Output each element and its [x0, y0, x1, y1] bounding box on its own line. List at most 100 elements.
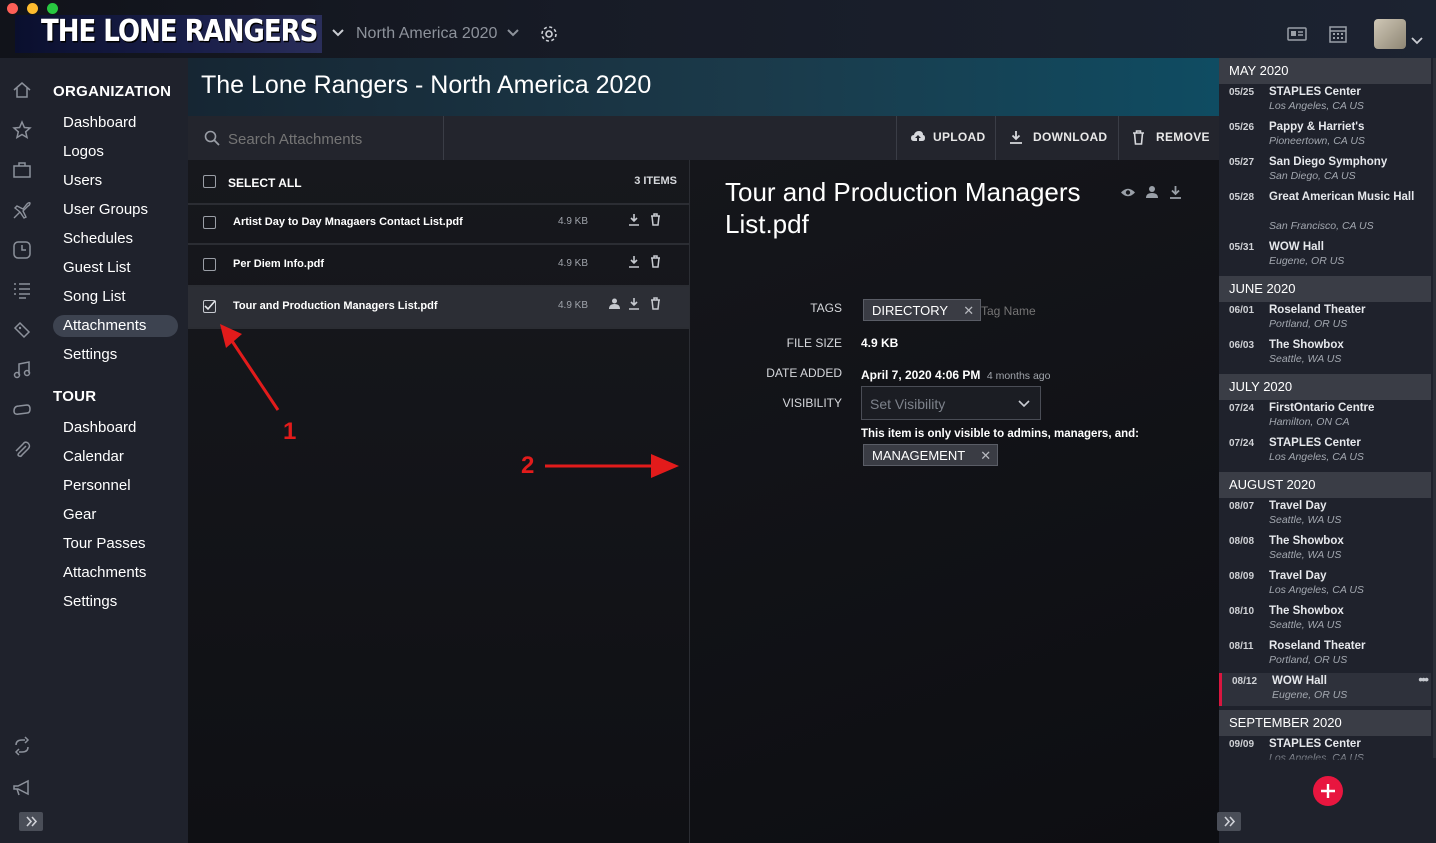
file-name[interactable]: Tour and Production Managers List.pdf	[233, 300, 438, 312]
nav-tour-dashboard[interactable]: Dashboard	[53, 417, 178, 439]
toolbar-divider	[443, 116, 444, 160]
nav-org-schedules[interactable]: Schedules	[53, 228, 178, 250]
file-name[interactable]: Artist Day to Day Mnagaers Contact List.…	[233, 216, 463, 228]
remove-button[interactable]: REMOVE	[1119, 116, 1219, 160]
nav-org-attachments[interactable]: Attachments	[53, 315, 178, 337]
sync-icon[interactable]	[0, 736, 43, 762]
file-row[interactable]: Artist Day to Day Mnagaers Contact List.…	[188, 203, 689, 245]
avatar-chevron-icon[interactable]	[1411, 32, 1423, 50]
paperclip-icon[interactable]	[0, 440, 43, 466]
list-icon[interactable]	[0, 280, 43, 306]
nav-org-logos[interactable]: Logos	[53, 141, 178, 163]
expand-schedule-button[interactable]	[1217, 812, 1241, 831]
window-close-button[interactable]	[7, 3, 18, 14]
sidebar-nav: ORGANIZATION Dashboard Logos Users User …	[43, 58, 188, 843]
schedule-event[interactable]: 08/11 Roseland Theater Portland, OR US	[1219, 638, 1431, 671]
gear-icon[interactable]	[539, 24, 559, 49]
expand-rail-button[interactable]	[19, 812, 43, 831]
attachment-detail: Tour and Production Managers List.pdf TA…	[690, 160, 1219, 843]
file-name[interactable]: Per Diem Info.pdf	[233, 258, 324, 270]
band-logo[interactable]: THE LONE RANGERS	[15, 15, 322, 53]
date-added-value: April 7, 2020 4:06 PM 4 months ago	[861, 366, 1050, 384]
home-icon[interactable]	[0, 80, 43, 106]
event-location: Portland, OR US	[1269, 318, 1348, 330]
close-icon[interactable]: ✕	[963, 300, 974, 322]
tour-selector-label: North America 2020	[356, 25, 498, 42]
id-card-icon[interactable]	[1287, 27, 1307, 46]
schedule-event[interactable]: 05/31 WOW Hall Eugene, OR US	[1219, 239, 1431, 272]
select-all-checkbox[interactable]	[203, 175, 216, 188]
close-icon[interactable]: ✕	[980, 445, 991, 467]
schedule-event[interactable]: 07/24 FirstOntario Centre Hamilton, ON CA	[1219, 400, 1431, 433]
event-location: Los Angeles, CA US	[1269, 451, 1364, 463]
schedule-event[interactable]: 08/10 The Showbox Seattle, WA US	[1219, 603, 1431, 636]
file-checkbox-checked[interactable]	[203, 300, 216, 313]
guitar-case-icon[interactable]	[0, 400, 43, 426]
schedule-event[interactable]: 06/03 The Showbox Seattle, WA US	[1219, 337, 1431, 370]
visibility-group-chip[interactable]: MANAGEMENT ✕	[863, 444, 999, 467]
megaphone-icon[interactable]	[0, 778, 43, 804]
add-event-button[interactable]	[1313, 776, 1343, 806]
schedule-event[interactable]: 08/07 Travel Day Seattle, WA US	[1219, 498, 1431, 531]
schedule-event[interactable]: 08/08 The Showbox Seattle, WA US	[1219, 533, 1431, 566]
briefcase-icon[interactable]	[0, 160, 43, 186]
search-input[interactable]	[226, 126, 440, 152]
music-note-icon[interactable]	[0, 360, 43, 386]
select-all-label[interactable]: SELECT ALL	[228, 176, 302, 190]
schedule-event[interactable]: 08/09 Travel Day Los Angeles, CA US	[1219, 568, 1431, 601]
schedule-event[interactable]: 06/01 Roseland Theater Portland, OR US	[1219, 302, 1431, 335]
nav-org-users[interactable]: Users	[53, 170, 178, 192]
schedule-event[interactable]: 07/24 STAPLES Center Los Angeles, CA US	[1219, 435, 1431, 468]
nav-tour-personnel[interactable]: Personnel	[53, 475, 178, 497]
calendar-icon[interactable]	[1329, 25, 1347, 48]
download-icon[interactable]	[628, 255, 640, 268]
ticket-icon[interactable]	[0, 320, 43, 346]
user-visibility-icon[interactable]	[608, 297, 621, 310]
nav-tour-passes[interactable]: Tour Passes	[53, 533, 178, 555]
nav-org-user-groups[interactable]: User Groups	[53, 199, 178, 221]
schedule-event-selected[interactable]: 08/12 WOW Hall Eugene, OR US •••	[1219, 671, 1431, 706]
nav-tour-attachments[interactable]: Attachments	[53, 562, 178, 584]
event-location: San Diego, CA US	[1269, 170, 1356, 182]
download-icon[interactable]	[1169, 185, 1182, 199]
trash-icon[interactable]	[650, 297, 661, 310]
window-minimize-button[interactable]	[27, 3, 38, 14]
file-checkbox[interactable]	[203, 258, 216, 271]
star-icon[interactable]	[0, 120, 43, 146]
user-avatar[interactable]	[1374, 19, 1406, 49]
trash-icon[interactable]	[650, 213, 661, 226]
tour-selector[interactable]: North America 2020	[356, 25, 520, 43]
user-visibility-icon[interactable]	[1145, 185, 1159, 199]
schedule-event[interactable]: 05/27 San Diego Symphony San Diego, CA US	[1219, 154, 1431, 187]
file-row[interactable]: Per Diem Info.pdf 4.9 KB	[188, 245, 689, 287]
file-checkbox[interactable]	[203, 216, 216, 229]
event-location: Eugene, OR US	[1272, 689, 1348, 701]
nav-tour-gear[interactable]: Gear	[53, 504, 178, 526]
nav-org-settings[interactable]: Settings	[53, 344, 178, 366]
event-location: Seattle, WA US	[1269, 514, 1342, 526]
more-options-icon[interactable]: •••	[1418, 671, 1429, 687]
month-header: JULY 2020	[1219, 374, 1431, 400]
nav-tour-calendar[interactable]: Calendar	[53, 446, 178, 468]
nav-org-song-list[interactable]: Song List	[53, 286, 178, 308]
tag-chip[interactable]: DIRECTORY ✕	[863, 299, 982, 322]
upload-button[interactable]: UPLOAD	[897, 116, 995, 160]
nav-org-guest-list[interactable]: Guest List	[53, 257, 178, 279]
schedule-event[interactable]: 05/25 STAPLES Center Los Angeles, CA US	[1219, 84, 1431, 117]
download-icon[interactable]	[628, 213, 640, 226]
plane-icon[interactable]	[0, 200, 43, 226]
tag-name-input[interactable]	[979, 300, 1103, 322]
schedule-event[interactable]: 05/26 Pappy & Harriet's Pioneertown, CA US	[1219, 119, 1431, 152]
visibility-select[interactable]: Set Visibility	[861, 386, 1041, 420]
clock-icon[interactable]	[0, 240, 43, 266]
trash-icon[interactable]	[650, 255, 661, 268]
schedule-event[interactable]: 05/28 Great American Music Hall San Franci…	[1219, 189, 1431, 237]
event-location: Los Angeles, CA US	[1269, 100, 1364, 112]
eye-icon[interactable]	[1120, 187, 1136, 198]
nav-org-dashboard[interactable]: Dashboard	[53, 112, 178, 134]
download-button[interactable]: DOWNLOAD	[996, 116, 1118, 160]
band-dropdown-chevron-icon[interactable]	[331, 25, 345, 43]
nav-tour-settings[interactable]: Settings	[53, 591, 178, 613]
download-icon[interactable]	[628, 297, 640, 310]
window-zoom-button[interactable]	[47, 3, 58, 14]
